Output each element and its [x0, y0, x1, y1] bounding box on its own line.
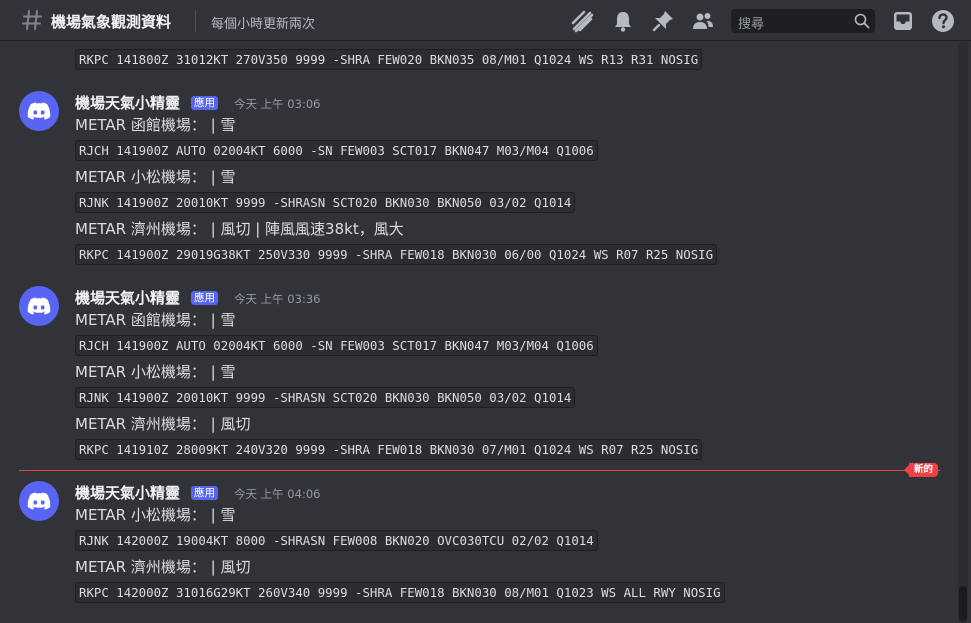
message-text: METAR 濟州機場： | 風切 [75, 415, 251, 433]
channel-name: 機場氣象觀測資料 [51, 13, 172, 31]
inbox-icon[interactable] [891, 9, 915, 33]
avatar[interactable] [19, 481, 59, 521]
channel-topic[interactable]: 每個小時更新兩次 [211, 13, 315, 32]
message-text: METAR 小松機場： | 雪 [75, 168, 236, 186]
author-name[interactable]: 機場天氣小精靈 [75, 287, 180, 308]
new-messages-badge: 新的 [903, 463, 939, 477]
search-input[interactable]: 搜尋 [731, 9, 875, 33]
message-text: METAR 濟州機場： | 風切 [75, 558, 251, 576]
pin-icon[interactable] [651, 9, 675, 33]
avatar[interactable] [19, 286, 59, 326]
bell-icon[interactable] [611, 9, 635, 33]
avatar[interactable] [19, 91, 59, 131]
app-badge: 應用 [191, 291, 218, 305]
members-icon[interactable] [691, 9, 715, 33]
metar-code-block: RJNK 141900Z 20010KT 9999 -SHRASN SCT020… [75, 192, 576, 213]
message-text: METAR 小松機場： | 雪 [75, 506, 236, 524]
search-icon [854, 13, 870, 29]
discord-logo-icon [27, 297, 51, 315]
scrollbar-track[interactable] [958, 42, 968, 623]
help-icon[interactable] [931, 9, 955, 33]
metar-code-block: RKPC 141800Z 31012KT 270V350 9999 -SHRA … [75, 49, 703, 70]
discord-logo-icon [27, 492, 51, 510]
metar-code-block: RJCH 141900Z AUTO 02004KT 6000 -SN FEW00… [75, 140, 598, 161]
metar-code-block: RKPC 141910Z 28009KT 240V320 9999 -SHRA … [75, 439, 703, 460]
app-badge: 應用 [191, 486, 218, 500]
author-name[interactable]: 機場天氣小精靈 [75, 92, 180, 113]
search-placeholder: 搜尋 [738, 17, 765, 32]
scrollbar-thumb[interactable] [959, 586, 967, 621]
metar-code-block: RKPC 142000Z 31016G29KT 260V340 9999 -SH… [75, 582, 725, 603]
threads-icon[interactable] [570, 9, 594, 33]
app-badge: 應用 [191, 96, 218, 110]
header-divider [195, 10, 196, 32]
message-timestamp[interactable]: 今天 上午 03:06 [234, 96, 320, 112]
message-list[interactable]: RKPC 141800Z 31012KT 270V350 9999 -SHRA … [0, 42, 958, 623]
metar-code-block: RJCH 141900Z AUTO 02004KT 6000 -SN FEW00… [75, 335, 598, 356]
new-messages-divider [19, 470, 940, 471]
hash-icon [22, 10, 42, 30]
message-text: METAR 函館機場： | 雪 [75, 116, 236, 134]
message-timestamp[interactable]: 今天 上午 04:06 [234, 486, 320, 502]
metar-code-block: RJNK 141900Z 20010KT 9999 -SHRASN SCT020… [75, 387, 576, 408]
discord-logo-icon [27, 102, 51, 120]
message-text: METAR 小松機場： | 雪 [75, 363, 236, 381]
channel-header: 機場氣象觀測資料 每個小時更新兩次 搜尋 [0, 0, 971, 41]
metar-code-block: RKPC 141900Z 29019G38KT 250V330 9999 -SH… [75, 244, 718, 265]
metar-code-block: RJNK 142000Z 19004KT 8000 -SHRASN FEW008… [75, 530, 598, 551]
message-text: METAR 函館機場： | 雪 [75, 311, 236, 329]
author-name[interactable]: 機場天氣小精靈 [75, 482, 180, 503]
message-timestamp[interactable]: 今天 上午 03:36 [234, 291, 320, 307]
message-text: METAR 濟州機場： | 風切 | 陣風風速38kt，風大 [75, 220, 404, 238]
